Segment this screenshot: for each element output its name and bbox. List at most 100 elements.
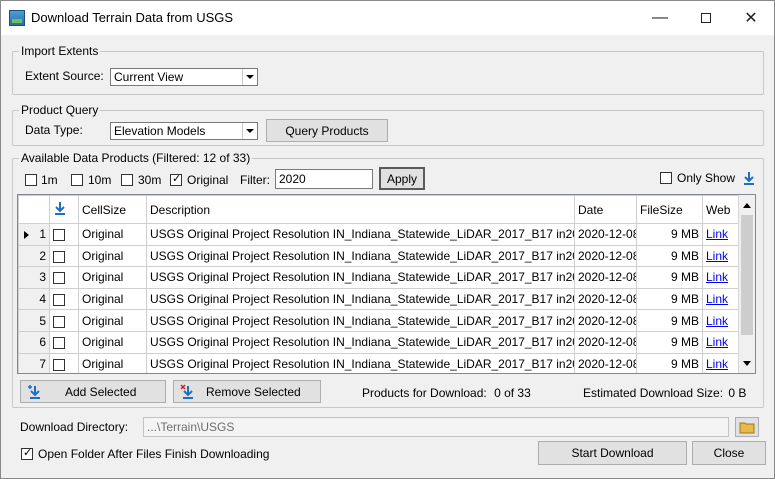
- row-header[interactable]: 3: [18, 266, 50, 289]
- filter-1m-label: 1m: [41, 173, 58, 187]
- table-row[interactable]: 3 Original USGS Original Project Resolut…: [18, 266, 741, 289]
- table-row[interactable]: 5 Original USGS Original Project Resolut…: [18, 309, 741, 332]
- cell-web: Link: [702, 309, 741, 332]
- row-header[interactable]: 5: [18, 309, 50, 332]
- remove-selected-button[interactable]: Remove Selected: [173, 380, 321, 403]
- cell-filesize: 9 MB: [636, 244, 703, 268]
- open-folder-option[interactable]: Open Folder After Files Finish Downloadi…: [21, 446, 270, 461]
- products-for-download: Products for Download: 0 of 33: [362, 386, 531, 400]
- row-header[interactable]: 7: [18, 352, 50, 373]
- row-checkbox[interactable]: [53, 272, 65, 285]
- row-checkbox-cell[interactable]: [49, 266, 79, 289]
- checkbox-original[interactable]: [170, 172, 182, 186]
- filter-label: Filter:: [240, 173, 270, 187]
- close-button[interactable]: Close: [692, 441, 766, 465]
- table-row[interactable]: 2 Original USGS Original Project Resolut…: [18, 244, 741, 268]
- row-checkbox[interactable]: [53, 315, 65, 328]
- row-checkbox-cell[interactable]: [49, 244, 79, 268]
- browse-folder-button[interactable]: [735, 417, 759, 437]
- web-link[interactable]: Link: [706, 335, 728, 349]
- start-download-button[interactable]: Start Download: [538, 441, 687, 465]
- remove-download-icon: [180, 383, 193, 399]
- minimize-icon: —: [652, 9, 668, 26]
- column-header-web[interactable]: Web: [702, 195, 741, 224]
- column-header-description[interactable]: Description: [146, 195, 575, 224]
- cell-date: 2020-12-08: [574, 309, 637, 332]
- row-header[interactable]: 4: [18, 287, 50, 311]
- column-header-date[interactable]: Date: [574, 195, 637, 224]
- row-checkbox-cell[interactable]: [49, 309, 79, 332]
- column-header-filesize[interactable]: FileSize: [636, 195, 703, 224]
- table-row[interactable]: 7 Original USGS Original Project Resolut…: [18, 352, 741, 373]
- maximize-icon: [701, 13, 711, 23]
- extent-source-label: Extent Source:: [25, 69, 104, 83]
- query-products-button[interactable]: Query Products: [266, 119, 388, 142]
- cell-description: USGS Original Project Resolution IN_Indi…: [146, 352, 575, 373]
- maximize-button[interactable]: [683, 1, 729, 35]
- row-checkbox[interactable]: [53, 229, 65, 242]
- open-folder-checkbox[interactable]: [21, 446, 33, 460]
- scroll-up-icon[interactable]: [740, 197, 754, 213]
- row-header[interactable]: 1: [18, 223, 50, 246]
- filter-input[interactable]: 2020: [275, 169, 373, 189]
- products-table-grid: CellSize Description Date FileSize Web 1…: [18, 195, 741, 373]
- products-for-download-label: Products for Download:: [362, 386, 487, 400]
- scroll-down-icon[interactable]: [740, 355, 754, 371]
- cell-description: USGS Original Project Resolution IN_Indi…: [146, 244, 575, 268]
- download-arrow-icon: [55, 202, 65, 215]
- cell-web: Link: [702, 266, 741, 289]
- row-checkbox[interactable]: [53, 358, 65, 371]
- extent-source-select[interactable]: Current View: [110, 68, 258, 86]
- cell-filesize: 9 MB: [636, 330, 703, 354]
- row-checkbox-cell[interactable]: [49, 287, 79, 311]
- filter-1m[interactable]: 1m: [25, 173, 58, 187]
- dialog-window: Download Terrain Data from USGS — ✕ Impo…: [0, 0, 775, 479]
- close-window-button[interactable]: ✕: [728, 1, 774, 35]
- minimize-button[interactable]: —: [637, 1, 683, 35]
- only-show-toggle[interactable]: Only Show: [660, 171, 756, 185]
- products-table[interactable]: CellSize Description Date FileSize Web 1…: [17, 194, 756, 374]
- web-link[interactable]: Link: [706, 270, 728, 284]
- web-link[interactable]: Link: [706, 227, 728, 241]
- row-checkbox[interactable]: [53, 293, 65, 306]
- filter-original[interactable]: Original: [170, 172, 229, 187]
- row-checkbox-cell[interactable]: [49, 352, 79, 373]
- row-header-corner: [18, 195, 50, 224]
- table-row[interactable]: 6 Original USGS Original Project Resolut…: [18, 330, 741, 354]
- cell-cellsize: Original: [78, 330, 147, 354]
- table-row[interactable]: 1 Original USGS Original Project Resolut…: [18, 223, 741, 246]
- cell-description: USGS Original Project Resolution IN_Indi…: [146, 330, 575, 354]
- row-header[interactable]: 6: [18, 330, 50, 354]
- checkbox-1m[interactable]: [25, 174, 37, 186]
- checkbox-10m[interactable]: [71, 174, 83, 186]
- row-checkbox-cell[interactable]: [49, 330, 79, 354]
- column-header-cellsize[interactable]: CellSize: [78, 195, 147, 224]
- filter-10m-label: 10m: [88, 173, 112, 187]
- available-products-legend: Available Data Products (Filtered: 12 of…: [19, 151, 253, 165]
- row-checkbox-cell[interactable]: [49, 223, 79, 246]
- download-directory-field[interactable]: ...\Terrain\USGS: [143, 417, 729, 437]
- row-checkbox[interactable]: [53, 250, 65, 263]
- web-link[interactable]: Link: [706, 249, 728, 263]
- row-header[interactable]: 2: [18, 244, 50, 268]
- table-scrollbar[interactable]: [738, 195, 755, 373]
- data-type-select[interactable]: Elevation Models: [110, 122, 258, 140]
- web-link[interactable]: Link: [706, 292, 728, 306]
- add-selected-button[interactable]: Add Selected: [20, 380, 166, 403]
- folder-icon: [739, 422, 755, 434]
- filter-original-label: Original: [187, 173, 229, 187]
- title-bar[interactable]: Download Terrain Data from USGS — ✕: [1, 1, 774, 35]
- table-row[interactable]: 4 Original USGS Original Project Resolut…: [18, 287, 741, 311]
- checkbox-30m[interactable]: [121, 174, 133, 186]
- web-link[interactable]: Link: [706, 357, 728, 371]
- web-link[interactable]: Link: [706, 314, 728, 328]
- checkbox-only-show[interactable]: [660, 172, 672, 184]
- cell-web: Link: [702, 223, 741, 246]
- apply-button[interactable]: Apply: [379, 167, 425, 190]
- filter-10m[interactable]: 10m: [71, 173, 111, 187]
- filter-30m[interactable]: 30m: [121, 173, 161, 187]
- select-all-download-header[interactable]: [49, 195, 79, 224]
- open-folder-label: Open Folder After Files Finish Downloadi…: [38, 447, 270, 461]
- row-checkbox[interactable]: [53, 337, 65, 350]
- scroll-thumb[interactable]: [741, 215, 753, 335]
